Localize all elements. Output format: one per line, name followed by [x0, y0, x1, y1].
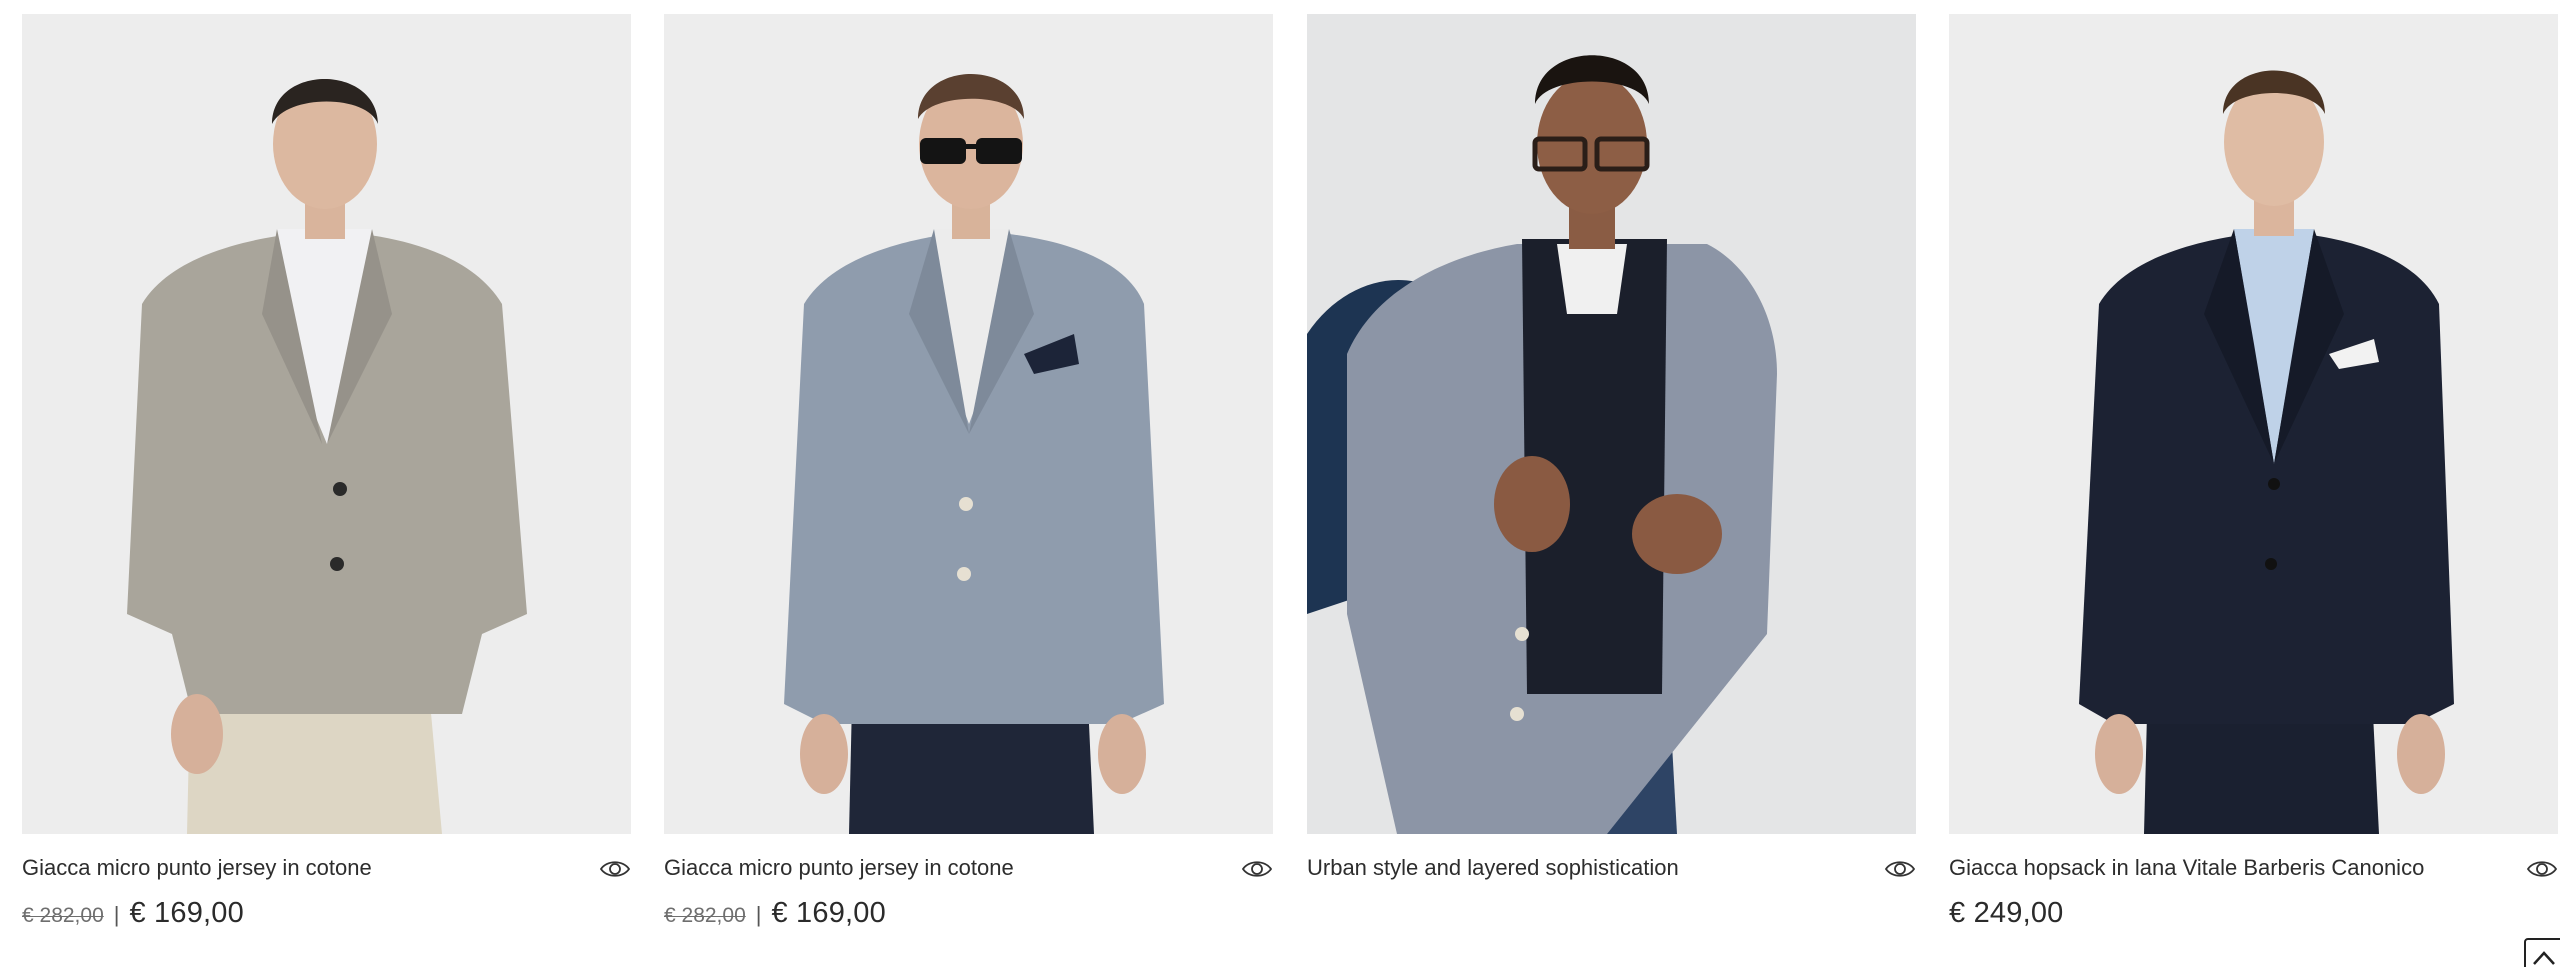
original-price: € 282,00 [664, 904, 746, 927]
model-illustration [1949, 14, 2558, 834]
price: € 249,00 [1949, 897, 2064, 929]
model-illustration [22, 14, 631, 834]
product-info: Urban style and layered sophistication [1307, 834, 1916, 954]
product-card[interactable]: Giacca micro punto jersey in cotone € 28… [22, 14, 631, 954]
price-row: € 282,00 | € 169,00 [664, 897, 886, 930]
model-illustration [1307, 14, 1916, 834]
product-image[interactable] [1949, 14, 2558, 834]
price-separator: | [755, 902, 762, 927]
eye-icon [1241, 861, 1273, 877]
quick-view-button[interactable] [2526, 856, 2558, 882]
product-image[interactable] [664, 14, 1273, 834]
quick-view-button[interactable] [1241, 856, 1273, 882]
product-card[interactable]: Giacca hopsack in lana Vitale Barberis C… [1949, 14, 2558, 954]
product-info: Giacca micro punto jersey in cotone € 28… [664, 834, 1273, 954]
quick-view-button[interactable] [1884, 856, 1916, 882]
eye-icon [1884, 861, 1916, 877]
eye-icon [599, 861, 631, 877]
eye-icon [2526, 861, 2558, 877]
back-to-top-button[interactable] [2524, 938, 2560, 967]
price-row: € 282,00 | € 169,00 [22, 897, 244, 930]
product-card[interactable]: Urban style and layered sophistication [1307, 14, 1916, 954]
original-price: € 282,00 [22, 904, 104, 927]
sale-price: € 169,00 [771, 897, 886, 929]
product-name[interactable]: Urban style and layered sophistication [1307, 854, 1847, 882]
product-image[interactable] [22, 14, 631, 834]
price-separator: | [113, 902, 120, 927]
chevron-up-icon [2533, 951, 2555, 965]
product-card[interactable]: Giacca micro punto jersey in cotone € 28… [664, 14, 1273, 954]
product-grid: Giacca micro punto jersey in cotone € 28… [0, 0, 2560, 967]
product-info: Giacca micro punto jersey in cotone € 28… [22, 834, 631, 954]
product-name[interactable]: Giacca micro punto jersey in cotone [22, 854, 562, 882]
product-name[interactable]: Giacca micro punto jersey in cotone [664, 854, 1204, 882]
sale-price: € 169,00 [129, 897, 244, 929]
product-info: Giacca hopsack in lana Vitale Barberis C… [1949, 834, 2558, 954]
quick-view-button[interactable] [599, 856, 631, 882]
price-row: € 249,00 [1949, 897, 2064, 930]
product-name[interactable]: Giacca hopsack in lana Vitale Barberis C… [1949, 854, 2489, 882]
product-image[interactable] [1307, 14, 1916, 834]
model-illustration [664, 14, 1273, 834]
